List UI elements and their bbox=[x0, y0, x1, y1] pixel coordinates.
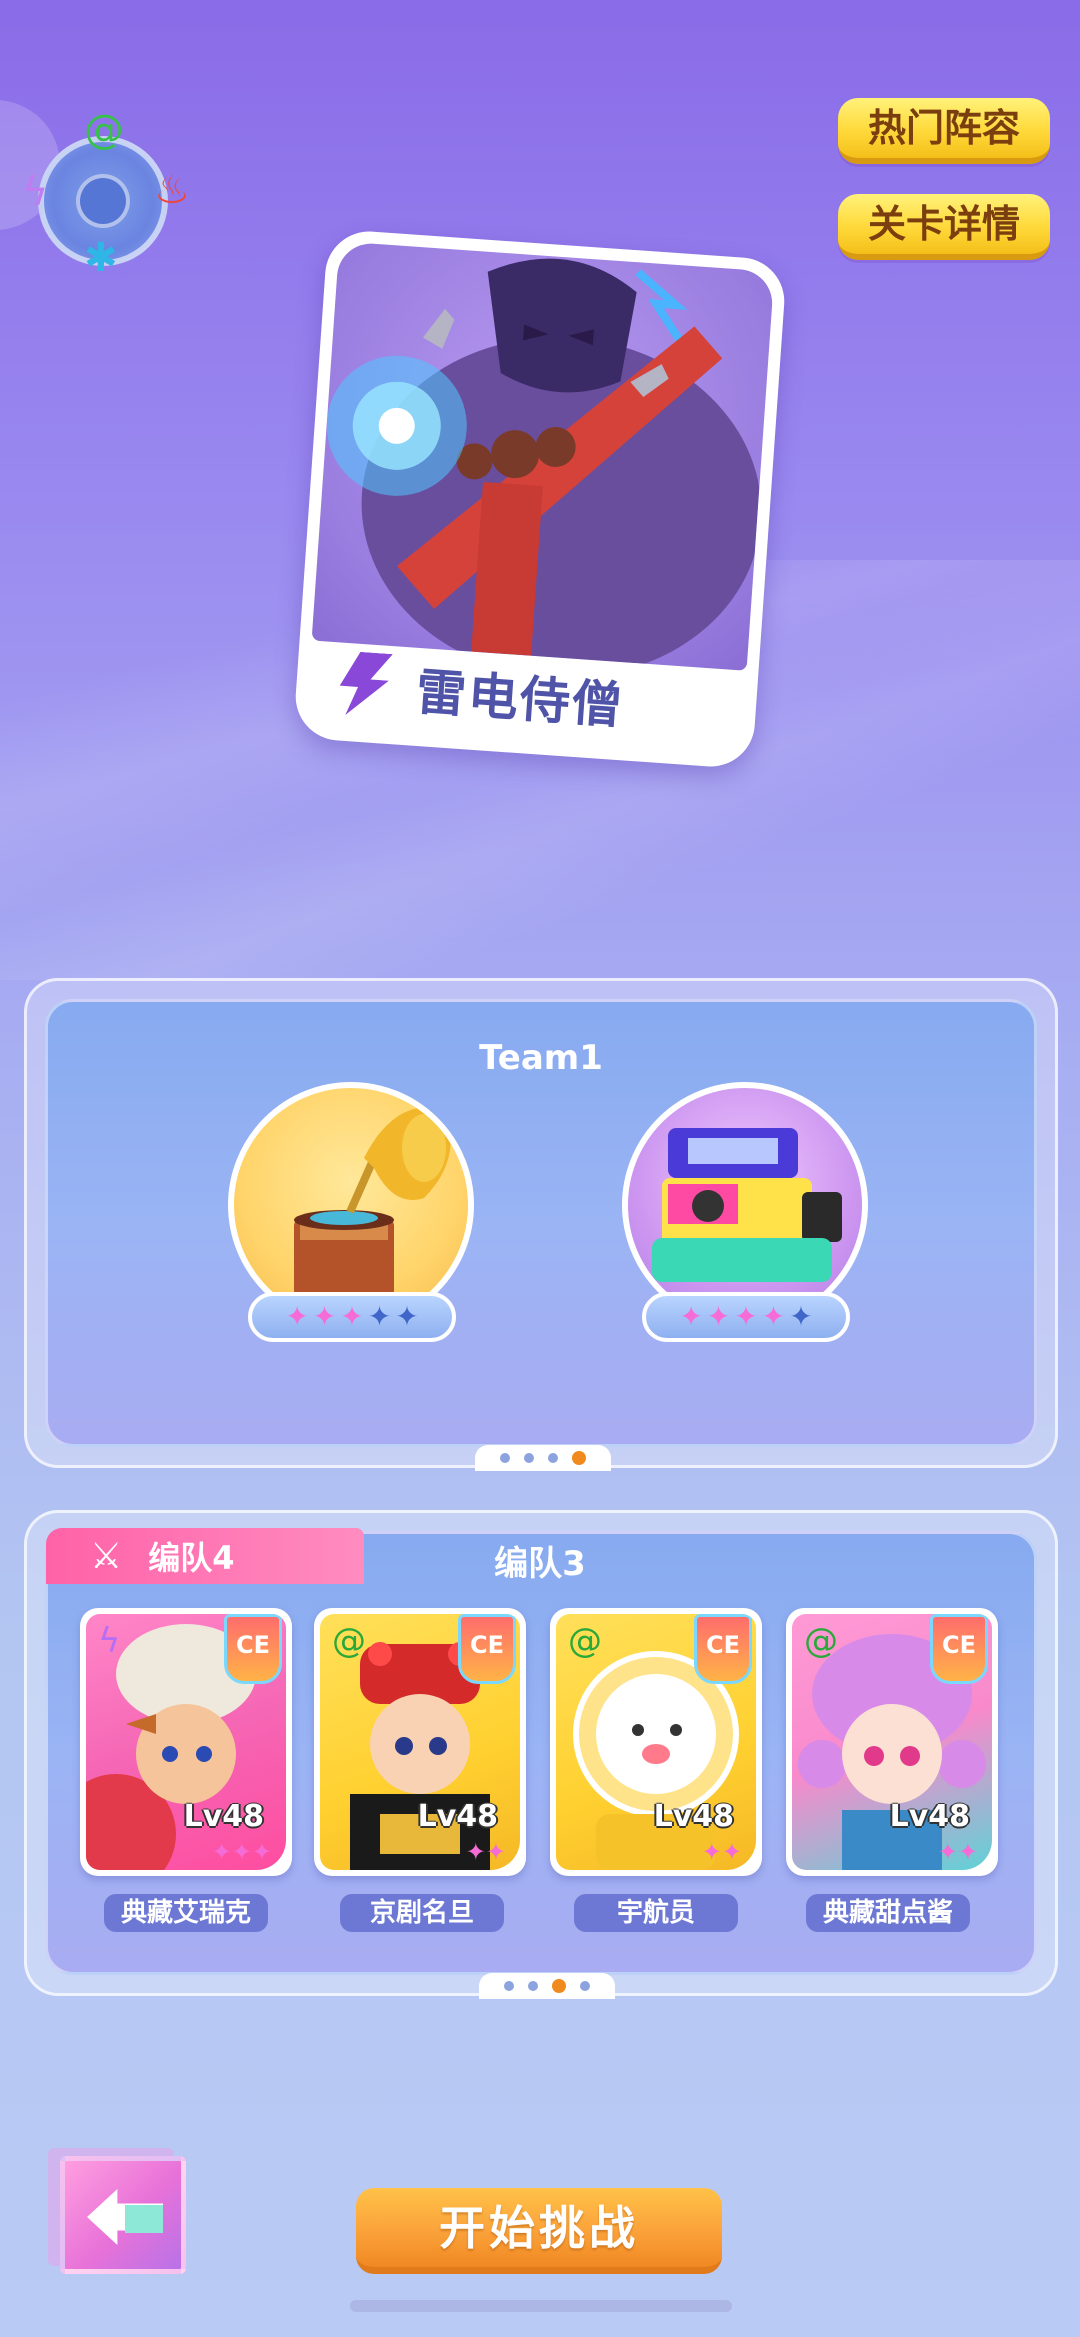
ce-badge: CE bbox=[930, 1614, 988, 1684]
home-indicator[interactable] bbox=[350, 2300, 732, 2312]
thunder-icon: ϟ bbox=[98, 1621, 121, 1661]
page-dot[interactable] bbox=[500, 1453, 510, 1463]
star-filled-icon: ✦ bbox=[761, 1300, 786, 1333]
page-dot[interactable] bbox=[580, 1981, 590, 1991]
boss-portrait bbox=[311, 241, 775, 671]
team-panel-inner: Team1 ✦ ✦ ✦ ✦ ✦ ✦ ✦ ✦ ✦ ✦ bbox=[45, 999, 1037, 1447]
hero-card[interactable]: @ CE Lv48 ✦✦ bbox=[550, 1608, 762, 1876]
star-empty-icon: ✦ bbox=[789, 1300, 813, 1333]
hero-portrait: ϟ CE Lv48 ✦✦✦ bbox=[86, 1614, 286, 1870]
hero-stars: ✦✦ bbox=[465, 1838, 506, 1866]
page-dot[interactable] bbox=[548, 1453, 558, 1463]
element-core bbox=[76, 174, 130, 228]
team-page-dots[interactable] bbox=[475, 1445, 611, 1471]
star-filled-icon: ✦ bbox=[734, 1300, 758, 1333]
tab-squad-4[interactable]: ⚔ 编队4 bbox=[46, 1528, 364, 1584]
boss-card[interactable]: 雷电侍僧 bbox=[292, 228, 788, 770]
grass-spiral-icon: @ bbox=[84, 107, 124, 153]
hero-card[interactable]: ϟ CE Lv48 ✦✦✦ bbox=[80, 1608, 292, 1876]
hero-stars: ✦✦ bbox=[701, 1838, 742, 1866]
hero-card[interactable]: @ CE Lv48 ✦✦ bbox=[786, 1608, 998, 1876]
stage-details-button[interactable]: 关卡详情 bbox=[838, 194, 1050, 260]
tab-squad-3[interactable]: 编队3 bbox=[400, 1536, 680, 1585]
fire-icon: ♨ bbox=[154, 167, 190, 213]
popular-lineup-button[interactable]: 热门阵容 bbox=[838, 98, 1050, 164]
camera-stars: ✦ ✦ ✦ ✦ ✦ bbox=[642, 1292, 850, 1342]
star-empty-icon: ✦ bbox=[367, 1300, 392, 1333]
hero-level: Lv48 bbox=[417, 1799, 498, 1834]
thunder-icon: ϟ bbox=[22, 169, 49, 215]
hero-stars: ✦✦✦ bbox=[211, 1838, 272, 1866]
hero-name: 京剧名旦 bbox=[340, 1894, 504, 1932]
ce-badge: CE bbox=[224, 1614, 282, 1684]
boss-name: 雷电侍僧 bbox=[414, 662, 626, 736]
page-dot[interactable] bbox=[528, 1981, 538, 1991]
back-arrow-fill bbox=[125, 2205, 163, 2233]
hero-name: 宇航员 bbox=[574, 1894, 738, 1932]
camera-icon bbox=[652, 1128, 842, 1282]
star-filled-icon: ✦ bbox=[312, 1300, 337, 1333]
gramophone-icon bbox=[294, 1106, 451, 1298]
star-filled-icon: ✦ bbox=[285, 1300, 309, 1333]
thunder-icon bbox=[334, 650, 392, 718]
star-filled-icon: ✦ bbox=[706, 1300, 731, 1333]
hero-name: 典藏甜点酱 bbox=[806, 1894, 970, 1932]
crossed-swords-icon: ⚔ bbox=[90, 1535, 123, 1577]
team-panel: Team1 ✦ ✦ ✦ ✦ ✦ ✦ ✦ ✦ ✦ ✦ bbox=[24, 978, 1058, 1471]
hero-card[interactable]: @ CE Lv48 ✦✦ bbox=[314, 1608, 526, 1876]
page-dot[interactable] bbox=[504, 1981, 514, 1991]
grass-spiral-icon: @ bbox=[568, 1621, 602, 1661]
hero-level: Lv48 bbox=[889, 1799, 970, 1834]
team-title: Team1 bbox=[479, 1038, 603, 1078]
hero-level: Lv48 bbox=[183, 1799, 264, 1834]
hero-portrait: @ CE Lv48 ✦✦ bbox=[792, 1614, 992, 1870]
ce-badge: CE bbox=[458, 1614, 516, 1684]
grass-spiral-icon: @ bbox=[804, 1621, 838, 1661]
gramophone-stars: ✦ ✦ ✦ ✦ ✦ bbox=[248, 1292, 456, 1342]
ice-snowflake-icon: ✱ bbox=[84, 235, 118, 281]
squad-page-dots[interactable] bbox=[479, 1973, 615, 1999]
hero-portrait: @ CE Lv48 ✦✦ bbox=[320, 1614, 520, 1870]
start-challenge-button[interactable]: 开始挑战 bbox=[356, 2188, 722, 2274]
hero-stars: ✦✦ bbox=[937, 1838, 978, 1866]
page-dot-active[interactable] bbox=[552, 1979, 566, 1993]
back-button[interactable] bbox=[60, 2156, 186, 2274]
tab-squad-4-label: 编队4 bbox=[148, 1539, 235, 1577]
grass-spiral-icon: @ bbox=[332, 1621, 366, 1661]
hero-level: Lv48 bbox=[653, 1799, 734, 1834]
boss-illustration bbox=[326, 258, 762, 671]
star-empty-icon: ✦ bbox=[395, 1300, 419, 1333]
element-wheel[interactable]: › @ ♨ ϟ ✱ bbox=[0, 100, 200, 290]
star-filled-icon: ✦ bbox=[340, 1300, 364, 1333]
star-filled-icon: ✦ bbox=[679, 1300, 703, 1333]
hero-portrait: @ CE Lv48 ✦✦ bbox=[556, 1614, 756, 1870]
page-dot[interactable] bbox=[524, 1453, 534, 1463]
hero-name: 典藏艾瑞克 bbox=[104, 1894, 268, 1932]
ce-badge: CE bbox=[694, 1614, 752, 1684]
page-dot-active[interactable] bbox=[572, 1451, 586, 1465]
